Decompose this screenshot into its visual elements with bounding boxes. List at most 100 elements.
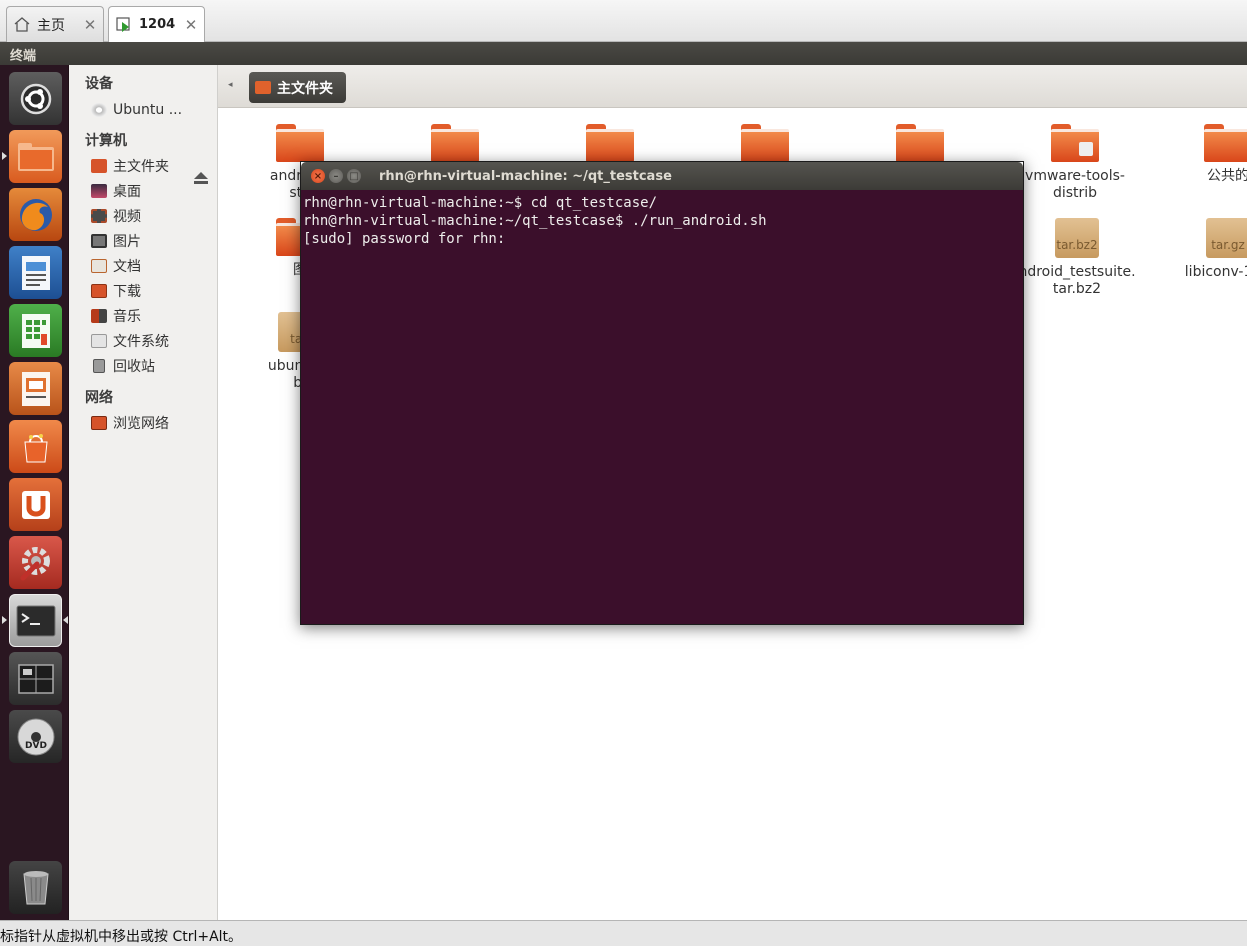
sidebar-item-home[interactable]: 主文件夹: [91, 155, 215, 177]
sidebar-item-music[interactable]: 音乐: [91, 305, 215, 327]
close-icon[interactable]: ×: [311, 169, 325, 183]
folder-icon: [741, 124, 789, 162]
firefox-icon[interactable]: [9, 188, 62, 241]
file-label: ndroid_testsuite.: [1018, 264, 1136, 280]
sidebar-item-label: 浏览网络: [113, 416, 169, 432]
sidebar-item-videos[interactable]: 视频: [91, 205, 215, 227]
impress-icon[interactable]: [9, 362, 62, 415]
status-text: 标指针从虚拟机中移出或按 Ctrl+Alt。: [0, 929, 243, 945]
ubuntu-one-icon[interactable]: [9, 478, 62, 531]
file-label: libiconv-1.1(: [1184, 264, 1247, 280]
chevron-left-icon[interactable]: ◂: [228, 80, 233, 90]
sidebar-item-label: 文档: [113, 259, 141, 275]
videos-icon: [91, 209, 107, 223]
folder-icon: [586, 124, 634, 162]
archive-icon: tar.bz2: [1055, 218, 1099, 258]
pictures-icon: [91, 234, 107, 248]
sidebar-item-label: 视频: [113, 209, 141, 225]
vm-tab-label: 主页: [37, 17, 65, 34]
sidebar-item-downloads[interactable]: 下载: [91, 280, 215, 302]
file-item[interactable]: tar.bz2 ndroid_testsuite. tar.bz2: [1015, 218, 1139, 298]
terminal-titlebar[interactable]: × – □ rhn@rhn-virtual-machine: ~/qt_test…: [301, 162, 1023, 190]
vm-tab-1204[interactable]: 1204 ✕: [108, 6, 205, 42]
folder-icon: [431, 124, 479, 162]
top-panel: 终端: [0, 42, 1247, 65]
terminal-title: rhn@rhn-virtual-machine: ~/qt_testcase: [379, 168, 672, 184]
maximize-icon[interactable]: □: [347, 169, 361, 183]
terminal-icon[interactable]: [9, 594, 62, 647]
software-center-icon[interactable]: [9, 420, 62, 473]
file-item[interactable]: tar.gz libiconv-1.1(: [1168, 218, 1247, 281]
writer-icon[interactable]: [9, 246, 62, 299]
sidebar-item-pictures[interactable]: 图片: [91, 230, 215, 252]
home-folder-icon: [255, 81, 271, 94]
music-icon: [91, 309, 107, 323]
calc-icon[interactable]: [9, 304, 62, 357]
sidebar-item-label: 文件系统: [113, 334, 169, 350]
dvd-icon[interactable]: DVD: [9, 710, 62, 763]
close-icon[interactable]: ✕: [184, 16, 198, 34]
sidebar-item-label: 桌面: [113, 184, 141, 200]
close-icon[interactable]: ✕: [83, 16, 97, 34]
vm-tab-strip: 主页 ✕ 1204 ✕: [0, 0, 1247, 42]
devices-header: 设备: [85, 76, 113, 92]
network-header: 网络: [85, 390, 113, 406]
terminal-line: rhn@rhn-virtual-machine:~$ cd qt_testcas…: [303, 195, 658, 211]
file-label-line2: distrib: [1052, 185, 1098, 201]
file-label: vmware-tools-: [1025, 168, 1125, 184]
sidebar-item-desktop[interactable]: 桌面: [91, 180, 215, 202]
path-button-label: 主文件夹: [277, 80, 333, 97]
desktop-icon: [91, 184, 107, 198]
path-bar: ◂ 主文件夹: [218, 65, 1247, 108]
terminal-output[interactable]: rhn@rhn-virtual-machine:~$ cd qt_testcas…: [301, 190, 1023, 624]
folder-icon: [276, 124, 324, 162]
folder-icon: [896, 124, 944, 162]
dash-home-icon[interactable]: [9, 72, 62, 125]
svg-text:DVD: DVD: [25, 741, 47, 751]
computer-header: 计算机: [85, 133, 127, 149]
documents-icon: [91, 259, 107, 273]
sidebar-item-label: 回收站: [113, 359, 155, 375]
sidebar-item-browse-network[interactable]: 浏览网络: [91, 412, 215, 434]
sidebar-item-label: Ubuntu ...: [113, 102, 183, 118]
trash-icon: [93, 359, 105, 373]
vm-status-bar: 标指针从虚拟机中移出或按 Ctrl+Alt。: [0, 920, 1247, 946]
file-label: 公共的: [1207, 168, 1247, 184]
unity-launcher: DVD: [0, 65, 69, 920]
folder-public-icon: [1204, 124, 1247, 162]
vm-tab-label: 1204: [139, 17, 176, 32]
active-app-title: 终端: [10, 49, 37, 64]
minimize-icon[interactable]: –: [329, 169, 343, 183]
sidebar-item-label: 音乐: [113, 309, 141, 325]
running-indicator: [2, 152, 7, 160]
file-label-line2: tar.bz2: [1052, 281, 1102, 297]
sidebar-item-documents[interactable]: 文档: [91, 255, 215, 277]
sidebar-item-label: 下载: [113, 284, 141, 300]
downloads-icon: [91, 284, 107, 298]
terminal-line: [sudo] password for rhn:: [303, 231, 514, 247]
network-icon: [91, 416, 107, 430]
places-sidebar: 设备 Ubuntu ... 计算机 主文件夹 桌面 视频 图片 文档 下载 音乐…: [69, 65, 218, 920]
files-icon[interactable]: [9, 130, 62, 183]
harddisk-icon: [91, 334, 107, 348]
terminal-line: rhn@rhn-virtual-machine:~/qt_testcase$ .…: [303, 213, 767, 229]
file-item[interactable]: 公共的: [1168, 124, 1247, 185]
running-indicator: [2, 616, 7, 624]
archive-icon: tar.gz: [1206, 218, 1247, 258]
sidebar-item-label: 主文件夹: [113, 159, 169, 175]
system-settings-icon[interactable]: [9, 536, 62, 589]
focused-indicator: [63, 616, 68, 624]
sidebar-item-trash[interactable]: 回收站: [91, 355, 215, 377]
terminal-window: × – □ rhn@rhn-virtual-machine: ~/qt_test…: [300, 161, 1024, 625]
vm-play-icon: [115, 16, 133, 34]
trash-icon[interactable]: [9, 861, 62, 914]
workspace-switcher-icon[interactable]: [9, 652, 62, 705]
path-button-home[interactable]: 主文件夹: [249, 72, 346, 103]
sidebar-item-filesystem[interactable]: 文件系统: [91, 330, 215, 352]
home-icon: [13, 16, 31, 34]
sidebar-item-ubuntu-disk[interactable]: Ubuntu ...: [91, 99, 215, 121]
disc-icon: [91, 103, 107, 117]
vm-tab-home[interactable]: 主页 ✕: [6, 6, 104, 42]
file-item[interactable]: vmware-tools- distrib: [1015, 124, 1135, 202]
sidebar-item-label: 图片: [113, 234, 141, 250]
